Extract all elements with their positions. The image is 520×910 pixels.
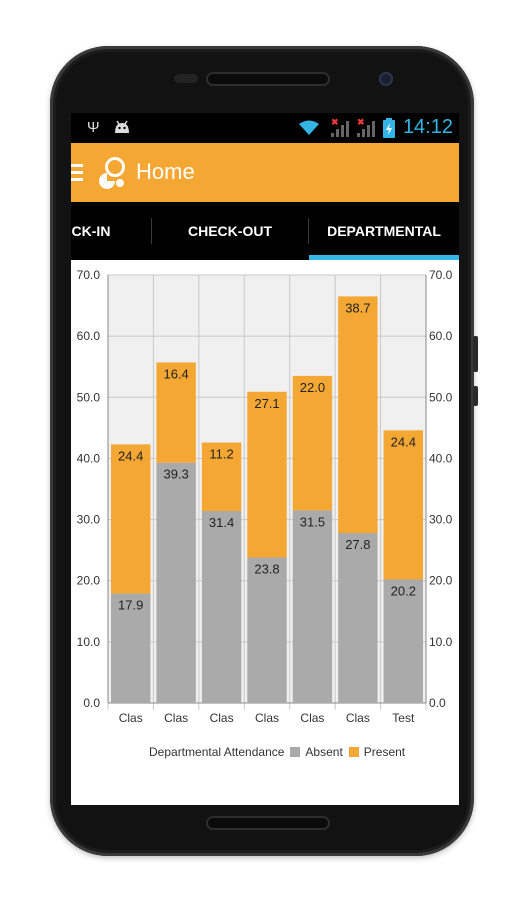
data-label-present: 27.1 [254, 396, 279, 411]
earpiece-speaker [206, 72, 330, 86]
bar-present [247, 391, 287, 558]
y-tick-label-left: 20.0 [77, 574, 101, 588]
bar-absent [338, 533, 378, 703]
x-tick-label: Clas [164, 711, 188, 725]
usb-icon: Ψ [87, 119, 100, 136]
bar-absent [156, 462, 196, 703]
x-tick-label: Clas [119, 711, 143, 725]
bottom-speaker [206, 816, 330, 830]
data-label-present: 24.4 [391, 434, 416, 449]
y-tick-label-right: 0.0 [429, 696, 446, 710]
volume-button[interactable] [473, 386, 478, 406]
screen: Ψ ✖ ✖ 14:12 Home CK-IN CHECK-OUT DEPARTM… [71, 113, 459, 805]
data-label-absent: 39.3 [163, 467, 188, 482]
wifi-icon [299, 120, 319, 140]
y-tick-label-left: 60.0 [77, 329, 101, 343]
y-tick-label-left: 10.0 [77, 635, 101, 649]
y-tick-label-right: 30.0 [429, 513, 453, 527]
bar-present [111, 444, 151, 594]
data-label-absent: 23.8 [254, 561, 279, 576]
tab-check-in-label: CK-IN [71, 223, 111, 239]
data-label-absent: 17.9 [118, 598, 143, 613]
status-bar: Ψ ✖ ✖ 14:12 [71, 113, 459, 143]
data-label-present: 24.4 [118, 448, 143, 463]
bar-absent [292, 510, 333, 703]
data-label-present: 22.0 [300, 380, 325, 395]
y-tick-label-left: 0.0 [83, 696, 100, 710]
x-tick-label: Clas [210, 711, 234, 725]
data-label-present: 38.7 [345, 300, 370, 315]
x-tick-label: Clas [255, 711, 279, 725]
tab-check-out-label: CHECK-OUT [188, 223, 272, 239]
data-label-absent: 20.2 [391, 583, 416, 598]
front-camera [379, 72, 393, 86]
app-logo-icon[interactable] [97, 156, 129, 190]
bar-present [338, 296, 378, 534]
legend-present-label: Present [363, 745, 406, 759]
hamburger-icon[interactable] [71, 164, 83, 181]
android-icon [113, 120, 131, 138]
battery-icon [383, 118, 395, 142]
y-tick-label-left: 70.0 [77, 268, 101, 282]
power-button[interactable] [473, 336, 478, 372]
y-tick-label-right: 10.0 [429, 635, 453, 649]
data-label-absent: 31.4 [209, 515, 234, 530]
x-tick-label: Clas [300, 711, 324, 725]
bar-present [383, 430, 423, 580]
legend-absent-swatch [290, 747, 301, 757]
legend-present-swatch [348, 747, 359, 757]
bar-absent [201, 511, 242, 703]
chart-area: 0.0 0.0 10.0 10.0 20.0 20.0 30.0 30.0 40.0 40.0 50… [71, 260, 459, 805]
y-tick-label-right: 40.0 [429, 451, 453, 465]
tab-check-out[interactable]: CHECK-OUT [152, 202, 308, 260]
data-label-present: 16.4 [163, 366, 188, 381]
y-tick-label-right: 70.0 [429, 268, 453, 282]
tab-departmental[interactable]: DEPARTMENTAL [309, 202, 459, 260]
data-label-absent: 31.5 [300, 514, 325, 529]
tab-departmental-label: DEPARTMENTAL [327, 223, 441, 239]
attendance-chart: 0.0 0.0 10.0 10.0 20.0 20.0 30.0 30.0 40.0 40.0 50… [77, 268, 453, 725]
x-tick-label: Test [392, 711, 415, 725]
legend-title: Departmental Attendance [149, 745, 285, 759]
bar-present [292, 375, 333, 511]
y-tick-label-left: 30.0 [77, 513, 101, 527]
bar-absent [247, 557, 287, 703]
signal-icon-2: ✖ [357, 117, 375, 137]
y-tick-label-left: 50.0 [77, 390, 101, 404]
y-tick-label-right: 20.0 [429, 574, 453, 588]
tab-check-in[interactable]: CK-IN [71, 202, 121, 260]
page-title: Home [136, 159, 195, 184]
data-label-absent: 27.8 [345, 537, 370, 552]
status-time: 14:12 [402, 116, 453, 138]
y-tick-label-right: 60.0 [429, 329, 453, 343]
signal-icon: ✖ [331, 117, 349, 137]
y-tick-label-right: 50.0 [429, 390, 453, 404]
y-tick-label-left: 40.0 [77, 451, 101, 465]
data-label-present: 11.2 [209, 447, 233, 462]
tab-bar: CK-IN CHECK-OUT DEPARTMENTAL [71, 202, 459, 260]
app-bar: Home [71, 143, 459, 202]
chart-legend: Departmental Attendance Absent Present [149, 745, 405, 759]
x-tick-label: Clas [346, 711, 370, 725]
proximity-sensor [174, 74, 198, 83]
legend-absent-label: Absent [305, 745, 343, 759]
